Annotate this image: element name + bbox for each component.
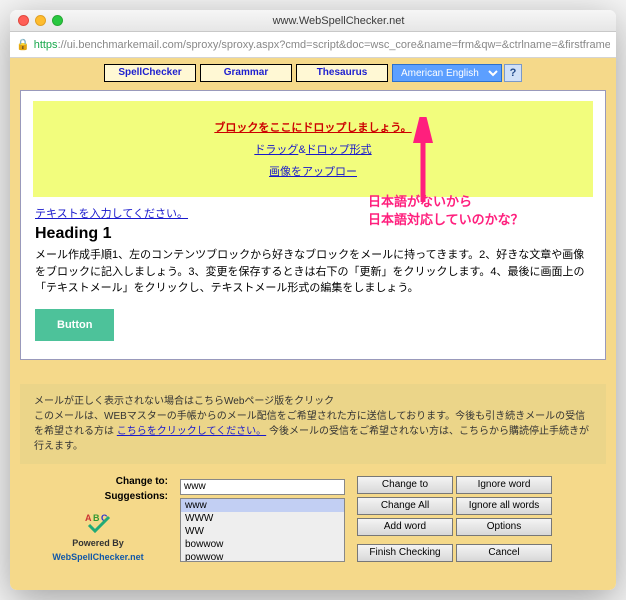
upload-image-link[interactable]: 画像をアップロー [269,166,357,178]
change-to-button[interactable]: Change to [357,476,453,494]
button-element[interactable]: Button [35,309,114,341]
suggestion-item[interactable]: WWW [181,512,344,525]
change-to-label: Change to: [116,476,168,487]
email-footer: メールが正しく表示されない場合はこちらWebページ版をクリック このメールは、W… [20,384,606,464]
url-text: https://ui.benchmarkemail.com/sproxy/spr… [34,39,610,51]
svg-text:A: A [85,513,92,523]
suggestion-item[interactable]: powwow [181,551,344,562]
ignore-word-button[interactable]: Ignore word [456,476,552,494]
drop-zone[interactable]: ブロックをここにドロップしましょう。 ドラッグ&ドロップ形式 画像をアップロー [33,101,593,197]
drag-link[interactable]: ドラッグ [254,144,298,156]
titlebar: www.WebSpellChecker.net [10,10,616,32]
editor-area: ブロックをここにドロップしましょう。 ドラッグ&ドロップ形式 画像をアップロー … [20,90,606,360]
window-title: www.WebSpellChecker.net [69,15,608,27]
change-all-button[interactable]: Change All [357,497,453,515]
suggestions-label: Suggestions: [105,491,168,502]
close-icon[interactable] [18,15,29,26]
footer-link[interactable]: こちらをクリックしてください。 [117,426,266,437]
finish-checking-button[interactable]: Finish Checking [357,544,453,562]
maximize-icon[interactable] [52,15,63,26]
suggestions-list[interactable]: www WWW WW bowwow powwow [180,498,345,562]
wsc-toolbar: SpellChecker Grammar Thesaurus American … [10,58,616,86]
address-bar[interactable]: 🔒 https://ui.benchmarkemail.com/sproxy/s… [10,32,616,58]
add-word-button[interactable]: Add word [357,518,453,536]
language-select[interactable]: American English [392,64,502,82]
suggestion-item[interactable]: bowwow [181,538,344,551]
spellcheck-panel: Change to: Suggestions: ABC Powered By W… [10,464,616,582]
options-button[interactable]: Options [456,518,552,536]
help-button[interactable]: ? [504,64,522,82]
abc-check-icon: ABC [83,510,113,534]
page-content: SpellChecker Grammar Thesaurus American … [10,58,616,590]
suggestion-item[interactable]: WW [181,525,344,538]
dropform-link[interactable]: ドロップ形式 [306,144,372,156]
ignore-all-button[interactable]: Ignore all words [456,497,552,515]
browser-window: www.WebSpellChecker.net 🔒 https://ui.ben… [10,10,616,590]
footer-line1: メールが正しく表示されない場合はこちらWebページ版をクリック [34,394,592,409]
body-paragraph: メール作成手順1、左のコンテンツブロックから好きなブロックをメールに持ってきます… [35,247,591,297]
tab-spellchecker[interactable]: SpellChecker [104,64,196,82]
change-to-input[interactable] [180,479,345,495]
wsc-logo: ABC Powered By WebSpellChecker.net [28,510,168,562]
lock-icon: 🔒 [16,38,30,51]
minimize-icon[interactable] [35,15,46,26]
cancel-button[interactable]: Cancel [456,544,552,562]
enter-text-link[interactable]: テキストを入力してください。 [35,208,188,220]
tab-thesaurus[interactable]: Thesaurus [296,64,388,82]
suggestion-item[interactable]: www [181,499,344,512]
tab-grammar[interactable]: Grammar [200,64,292,82]
footer-line2: このメールは、WEBマスターの手帳からのメール配信をご希望された方に送信しており… [34,409,592,454]
drop-text: ブロックをここにドロップしましょう。 [214,122,411,134]
svg-text:B: B [93,513,100,523]
heading-1: Heading 1 [35,225,591,243]
